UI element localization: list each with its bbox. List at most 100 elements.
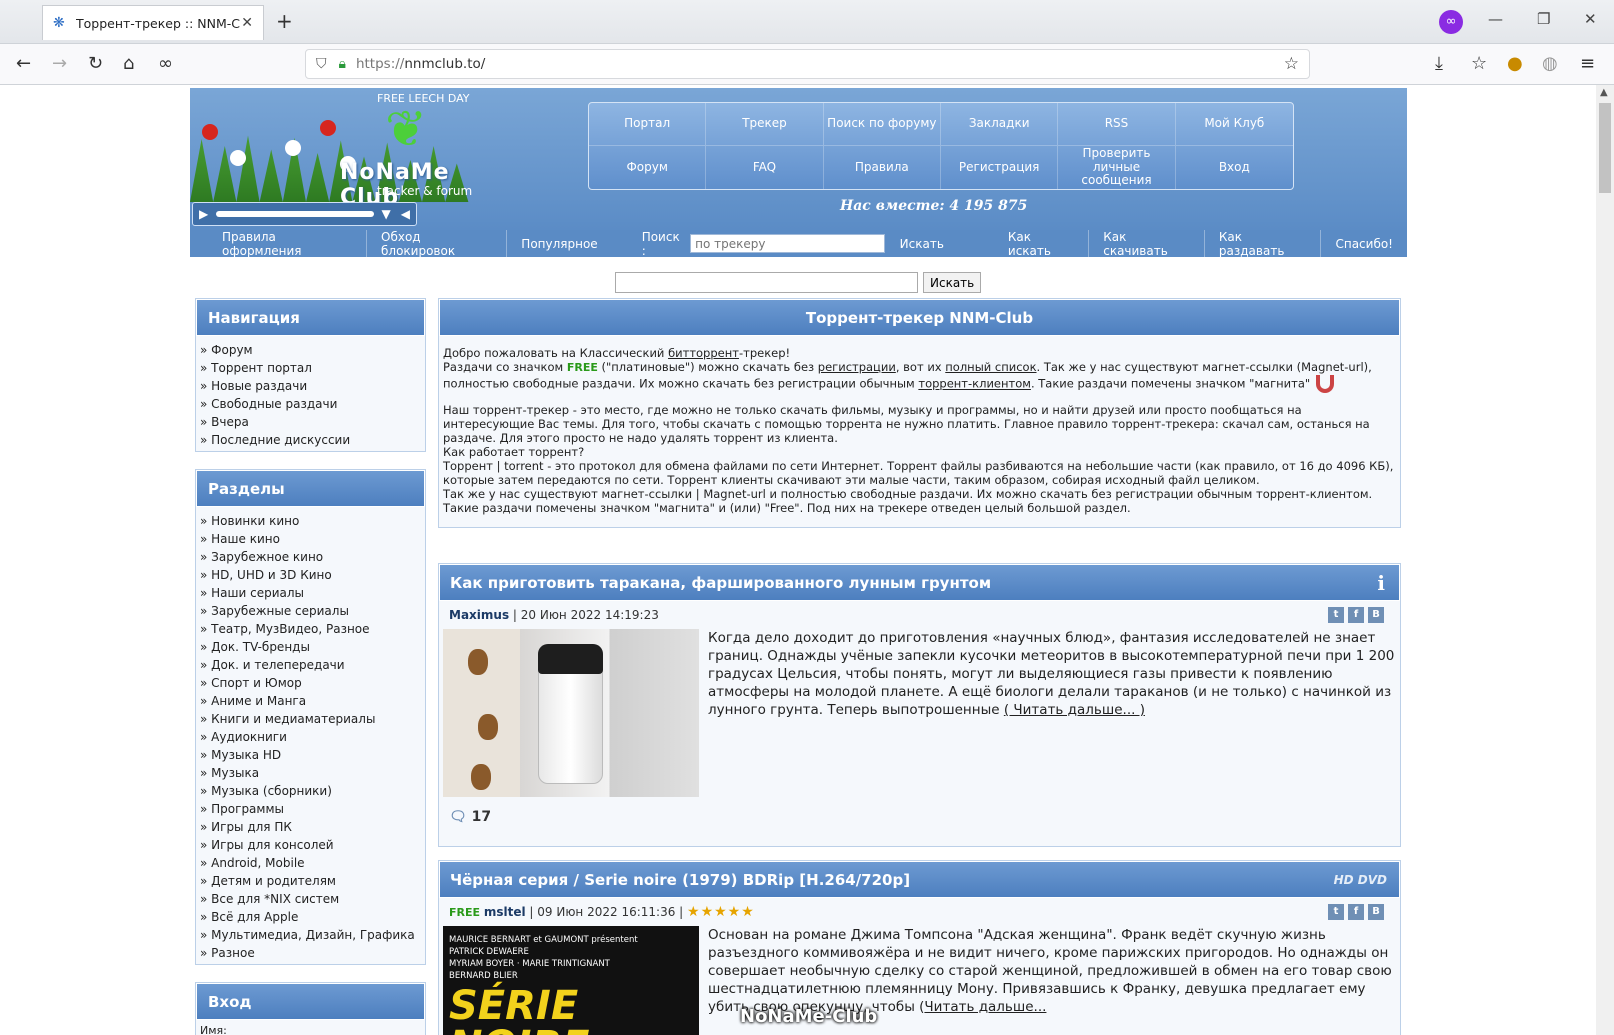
sidebar-nav-item[interactable]: Форум [200,341,425,359]
sidebar-section-item[interactable]: Музыка HD [200,746,425,764]
globe-icon[interactable]: ◍ [1542,53,1558,74]
tracker-search-input[interactable] [690,234,885,253]
news-title[interactable]: Как приготовить таракана, фаршированного… [439,564,1400,601]
sidebar-section-item[interactable]: Док. TV-бренды [200,638,425,656]
sidebar-section-item[interactable]: Мультимедиа, Дизайн, Графика [200,926,425,944]
volume-icon[interactable]: ◀ [401,207,410,221]
menu-rss[interactable]: RSS [1058,103,1176,146]
sidebar-nav-item[interactable]: Последние дискуссии [200,431,425,449]
scroll-up-icon[interactable]: ▲ [1600,87,1608,98]
full-list-link[interactable]: полный список [945,360,1036,374]
sidebar-section-item[interactable]: Разное [200,944,425,962]
vk-share-icon[interactable]: B [1368,904,1384,920]
browser-tab[interactable]: ❋ Торрент-трекер :: NNM-Club ✕ [42,5,264,40]
tracking-shield-icon[interactable]: ⛉ [316,56,327,72]
extension-icon[interactable]: ● [1507,53,1523,74]
bittorrent-link[interactable]: битторрент [668,346,739,360]
sidebar-nav-item[interactable]: Свободные раздачи [200,395,425,413]
twitter-share-icon[interactable]: t [1328,904,1344,920]
read-more-link[interactable]: ( Читать дальше... ) [1004,702,1145,718]
close-window-icon[interactable]: ✕ [1584,10,1597,28]
sidebar-nav-item[interactable]: Новые раздачи [200,377,425,395]
subnav-thanks[interactable]: Спасибо! [1321,237,1407,251]
lock-icon[interactable]: 🔒︎ [339,56,346,72]
minimize-icon[interactable]: — [1488,10,1503,28]
player-progress[interactable] [216,211,374,217]
sidebar-section-item[interactable]: Аниме и Манга [200,692,425,710]
back-icon[interactable]: ← [16,53,31,74]
close-tab-icon[interactable]: ✕ [241,15,253,31]
sidebar-section-item[interactable]: Наши сериалы [200,584,425,602]
menu-forum-search[interactable]: Поиск по форуму [823,103,941,146]
subnav-how-search[interactable]: Как искать [994,229,1090,258]
torrent-client-link[interactable]: торрент-клиентом [918,377,1031,391]
sidebar-section-item[interactable]: Книги и медиаматериалы [200,710,425,728]
new-tab-icon[interactable]: + [276,9,293,33]
sidebar-section-item[interactable]: Музыка [200,764,425,782]
sidebar-section-item[interactable]: Детям и родителям [200,872,425,890]
news-author[interactable]: Maximus [449,608,509,622]
comments-count[interactable]: 🗨︎ 17 [439,797,1400,831]
sidebar-section-item[interactable]: Зарубежное кино [200,548,425,566]
sidebar-section-item[interactable]: Спорт и Юмор [200,674,425,692]
facebook-share-icon[interactable]: f [1348,607,1364,623]
info-icon[interactable]: i [1377,565,1385,602]
page-scrollbar[interactable]: ▲ [1596,85,1614,1035]
menu-login[interactable]: Вход [1176,146,1293,189]
sidebar-section-item[interactable]: Игры для ПК [200,818,425,836]
bookmarks-icon[interactable]: ☆ [1471,53,1487,74]
menu-portal[interactable]: Портал [589,103,707,146]
global-search-button[interactable]: Искать [923,272,982,293]
registration-link[interactable]: регистрации [818,360,896,374]
global-search-input[interactable] [615,272,918,293]
facebook-share-icon[interactable]: f [1348,904,1364,920]
sidebar-section-item[interactable]: Новинки кино [200,512,425,530]
menu-tracker[interactable]: Трекер [706,103,824,146]
news-thumbnail[interactable] [443,629,699,797]
menu-register[interactable]: Регистрация [941,146,1059,189]
menu-icon[interactable]: ≡ [1580,53,1595,74]
subnav-how-seed[interactable]: Как раздавать [1205,229,1322,258]
news-title[interactable]: Чёрная серия / Serie noire (1979) BDRip … [439,861,1400,898]
sidebar-section-item[interactable]: Программы [200,800,425,818]
sidebar-nav-item[interactable]: Торрент портал [200,359,425,377]
private-mask-icon[interactable]: ∞ [158,53,173,74]
url-text[interactable]: https://nnmclub.to/ [356,56,485,72]
sidebar-section-item[interactable]: Аудиокниги [200,728,425,746]
subnav-how-download[interactable]: Как скачивать [1089,229,1205,258]
bookmark-star-icon[interactable]: ☆ [1284,54,1299,74]
sidebar-nav-item[interactable]: Вчера [200,413,425,431]
subnav-formatting-rules[interactable]: Правила оформления [208,229,367,258]
movie-poster[interactable]: MAURICE BERNART et GAUMONT présentent PAT… [443,926,699,1035]
sidebar-section-item[interactable]: Театр, МузВидео, Разное [200,620,425,638]
menu-bookmarks[interactable]: Закладки [941,103,1059,146]
sidebar-section-item[interactable]: Всё для Apple [200,908,425,926]
news-author[interactable]: msltel [484,905,526,919]
subnav-bypass-blocking[interactable]: Обход блокировок [367,229,508,258]
reload-icon[interactable]: ↻ [88,53,103,74]
maximize-icon[interactable]: ❐ [1537,10,1550,28]
sidebar-section-item[interactable]: Док. и телепередачи [200,656,425,674]
read-more-link[interactable]: Читать дальше... [924,999,1046,1015]
sidebar-section-item[interactable]: Музыка (сборники) [200,782,425,800]
address-bar[interactable]: ⛉ 🔒︎ https://nnmclub.to/ ☆ [305,49,1310,79]
menu-rules[interactable]: Правила [824,146,941,189]
sidebar-section-item[interactable]: HD, UHD и 3D Кино [200,566,425,584]
sidebar-section-item[interactable]: Android, Mobile [200,854,425,872]
dropdown-icon[interactable]: ▼ [382,207,391,221]
scrollbar-thumb[interactable] [1599,103,1611,193]
menu-forum[interactable]: Форум [589,146,707,189]
home-icon[interactable]: ⌂ [123,53,134,74]
tracker-search-button[interactable]: Искать [890,237,954,251]
sidebar-section-item[interactable]: Зарубежные сериалы [200,602,425,620]
downloads-icon[interactable]: ⤓ [1435,53,1443,74]
menu-check-messages[interactable]: Проверить личные сообщения [1058,146,1176,189]
twitter-share-icon[interactable]: t [1328,607,1344,623]
vk-share-icon[interactable]: B [1368,607,1384,623]
menu-my-club[interactable]: Мой Клуб [1175,103,1293,146]
sidebar-section-item[interactable]: Наше кино [200,530,425,548]
sidebar-section-item[interactable]: Все для *NIX систем [200,890,425,908]
forward-icon[interactable]: → [52,53,67,74]
menu-faq[interactable]: FAQ [706,146,824,189]
play-icon[interactable]: ▶ [199,207,208,221]
